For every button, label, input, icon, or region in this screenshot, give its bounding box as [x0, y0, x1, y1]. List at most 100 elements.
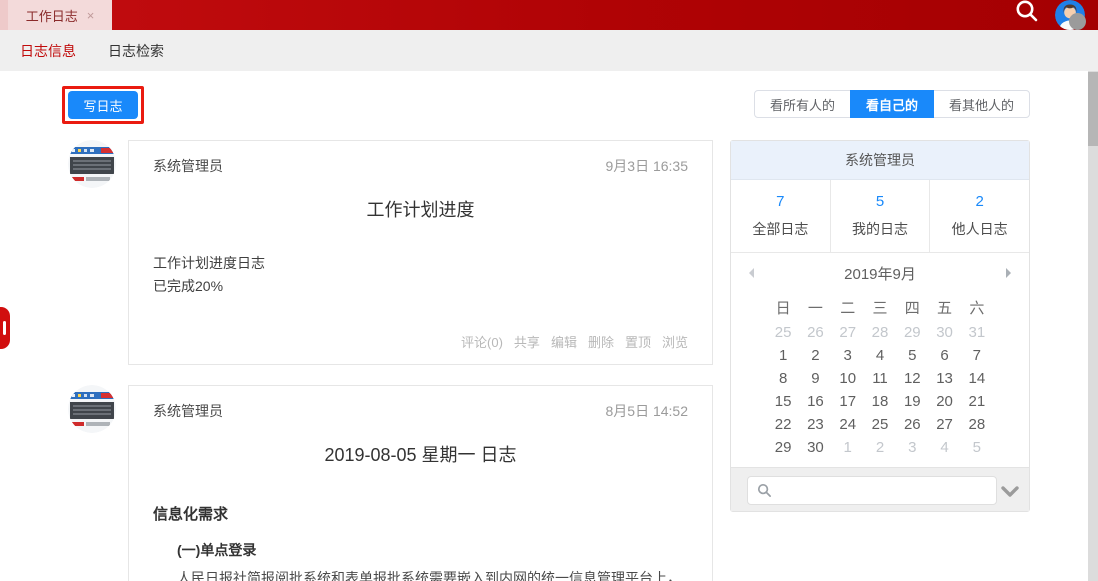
log-action-link[interactable]: 编辑 — [551, 332, 577, 351]
calendar-day[interactable]: 5 — [961, 436, 993, 459]
filter-others-button[interactable]: 看其他人的 — [933, 90, 1030, 118]
sub-navbar: 日志信息 日志检索 — [0, 30, 1098, 71]
calendar-day[interactable]: 9 — [799, 367, 831, 390]
log-card: 系统管理员 9月3日 16:35 工作计划进度 工作计划进度日志 已完成20% … — [128, 140, 713, 365]
calendar-day[interactable]: 19 — [896, 390, 928, 413]
calendar-day[interactable]: 15 — [767, 390, 799, 413]
calendar-day[interactable]: 4 — [928, 436, 960, 459]
calendar-day[interactable]: 31 — [961, 321, 993, 344]
stat-label: 他人日志 — [952, 219, 1008, 239]
calendar-day[interactable]: 11 — [864, 367, 896, 390]
calendar-weekday: 六 — [961, 297, 993, 318]
nav-item-log-info[interactable]: 日志信息 — [20, 41, 76, 61]
nav-item-log-search[interactable]: 日志检索 — [108, 41, 164, 61]
log-section-heading: 信息化需求 — [129, 503, 712, 524]
filter-all-button[interactable]: 看所有人的 — [754, 90, 851, 118]
calendar-day[interactable]: 1 — [832, 436, 864, 459]
calendar-day[interactable]: 3 — [896, 436, 928, 459]
calendar-day[interactable]: 13 — [928, 367, 960, 390]
calendar-weekday: 四 — [896, 297, 928, 318]
log-author: 系统管理员 — [153, 156, 223, 176]
calendar-day[interactable]: 5 — [896, 344, 928, 367]
handle-bar-icon — [3, 321, 6, 335]
author-avatar-icon — [68, 140, 116, 188]
calendar-month-label: 2019年9月 — [844, 263, 916, 284]
calendar-day[interactable]: 25 — [864, 413, 896, 436]
calendar-day[interactable]: 20 — [928, 390, 960, 413]
calendar-day[interactable]: 23 — [799, 413, 831, 436]
calendar-day[interactable]: 12 — [896, 367, 928, 390]
calendar-day[interactable]: 6 — [928, 344, 960, 367]
calendar-day[interactable]: 16 — [799, 390, 831, 413]
stat-value: 2 — [976, 193, 984, 210]
calendar-day[interactable]: 4 — [864, 344, 896, 367]
calendar-weekday: 一 — [799, 297, 831, 318]
stat-value: 5 — [876, 193, 884, 210]
calendar-day[interactable]: 1 — [767, 344, 799, 367]
log-action-link[interactable]: 删除 — [588, 332, 614, 351]
calendar-nav: 2019年9月 — [731, 253, 1029, 293]
scrollbar-track[interactable] — [1088, 71, 1098, 581]
calendar-day[interactable]: 30 — [799, 436, 831, 459]
calendar-day[interactable]: 25 — [767, 321, 799, 344]
log-content-line: 工作计划进度日志 — [153, 252, 688, 275]
calendar-day[interactable]: 8 — [767, 367, 799, 390]
calendar-day[interactable]: 28 — [961, 413, 993, 436]
calendar-weekday: 三 — [864, 297, 896, 318]
title-bar: 工作日志 × — [0, 0, 1098, 30]
stat-value: 7 — [776, 193, 784, 210]
log-title: 2019-08-05 星期一 日志 — [129, 441, 712, 467]
log-action-link[interactable]: 共享 — [514, 332, 540, 351]
calendar-day[interactable]: 14 — [961, 367, 993, 390]
log-author: 系统管理员 — [153, 401, 223, 421]
calendar-day[interactable]: 29 — [767, 436, 799, 459]
chevron-down-icon[interactable] — [1001, 485, 1019, 503]
calendar-day[interactable]: 2 — [799, 344, 831, 367]
calendar-day[interactable]: 27 — [832, 321, 864, 344]
filter-mine-button[interactable]: 看自己的 — [850, 90, 934, 118]
calendar-prev-icon[interactable] — [749, 268, 754, 278]
panel-header: 系统管理员 — [731, 141, 1029, 180]
calendar-day[interactable]: 24 — [832, 413, 864, 436]
log-subsection-heading: (一)单点登录 — [129, 540, 712, 560]
tab-edge — [0, 0, 8, 30]
calendar-day[interactable]: 28 — [864, 321, 896, 344]
calendar-day[interactable]: 29 — [896, 321, 928, 344]
stat-all-logs[interactable]: 7 全部日志 — [731, 180, 831, 252]
stat-my-logs[interactable]: 5 我的日志 — [831, 180, 931, 252]
log-action-link[interactable]: 置顶 — [625, 332, 651, 351]
log-action-link[interactable]: 浏览 — [662, 332, 688, 351]
calendar-day[interactable]: 10 — [832, 367, 864, 390]
calendar-day[interactable]: 26 — [799, 321, 831, 344]
log-card: 系统管理员 8月5日 14:52 2019-08-05 星期一 日志 信息化需求… — [128, 385, 713, 581]
calendar-day[interactable]: 30 — [928, 321, 960, 344]
calendar-day[interactable]: 22 — [767, 413, 799, 436]
calendar-day[interactable]: 26 — [896, 413, 928, 436]
calendar-day[interactable]: 3 — [832, 344, 864, 367]
calendar-day[interactable]: 2 — [864, 436, 896, 459]
panel-search-icon — [757, 483, 772, 503]
scrollbar-thumb[interactable] — [1088, 72, 1098, 146]
calendar-weekday: 日 — [767, 297, 799, 318]
log-action-link[interactable]: 评论(0) — [461, 332, 503, 351]
close-icon[interactable]: × — [87, 9, 95, 22]
calendar-next-icon[interactable] — [1006, 268, 1011, 278]
calendar-day[interactable]: 27 — [928, 413, 960, 436]
calendar-day[interactable]: 18 — [864, 390, 896, 413]
calendar-day[interactable]: 7 — [961, 344, 993, 367]
calendar-weekdays: 日一二三四五六 — [767, 293, 993, 321]
search-icon[interactable] — [1012, 0, 1042, 27]
author-avatar-icon — [68, 385, 116, 433]
log-date: 8月5日 14:52 — [606, 401, 689, 421]
log-date: 9月3日 16:35 — [606, 156, 689, 176]
write-log-button[interactable]: 写日志 — [68, 91, 138, 119]
panel-stats: 7 全部日志 5 我的日志 2 他人日志 — [731, 180, 1029, 253]
calendar-day[interactable]: 17 — [832, 390, 864, 413]
calendar-day[interactable]: 21 — [961, 390, 993, 413]
tab-work-log[interactable]: 工作日志 × — [8, 0, 112, 30]
calendar-weekday: 五 — [928, 297, 960, 318]
sidebar-collapse-handle[interactable] — [0, 307, 10, 349]
log-entry: 系统管理员 8月5日 14:52 2019-08-05 星期一 日志 信息化需求… — [68, 385, 713, 581]
stat-others-logs[interactable]: 2 他人日志 — [930, 180, 1029, 252]
panel-search-input[interactable] — [747, 476, 997, 505]
